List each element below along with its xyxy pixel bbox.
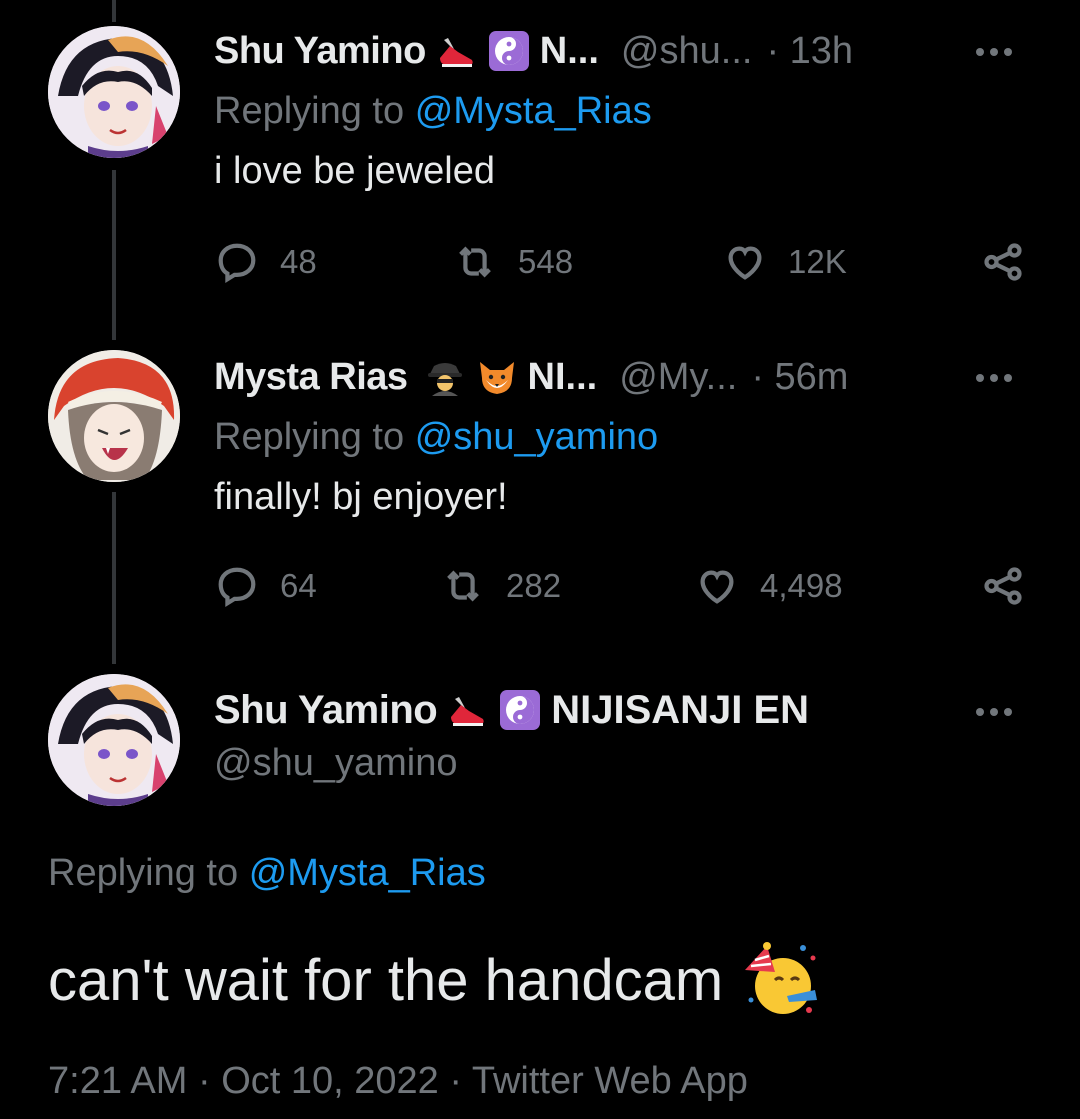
retweet-icon xyxy=(459,246,491,278)
avatar-shu[interactable] xyxy=(48,26,180,158)
avatar-mysta[interactable] xyxy=(48,350,180,482)
retweet-count: 548 xyxy=(518,243,574,280)
reply-button[interactable]: 48 xyxy=(214,232,317,292)
replying-prefix: Replying to xyxy=(48,852,239,894)
thread-line-1 xyxy=(112,170,116,340)
mention-link[interactable]: @Mysta_Rias xyxy=(415,90,652,132)
like-count: 12K xyxy=(788,243,847,280)
tweet-actions: 64 282 4,498 xyxy=(214,556,1030,616)
avatar-shu[interactable] xyxy=(48,674,180,806)
avatar-shu-image xyxy=(48,674,180,806)
like-count: 4,498 xyxy=(760,567,843,604)
avatar-shu-image xyxy=(48,26,180,158)
user-handle[interactable]: @My... xyxy=(619,356,737,399)
retweet-icon xyxy=(447,570,479,602)
tweet-time[interactable]: · 56m xyxy=(751,356,848,399)
main-tweet-text-row: can't wait for the handcam xyxy=(48,940,821,1020)
retweet-count: 282 xyxy=(506,567,562,604)
tweet-actions: 48 548 12K xyxy=(214,232,1030,292)
share-icon xyxy=(984,243,1022,281)
yin-yang-icon xyxy=(488,30,530,72)
share-icon xyxy=(984,567,1022,605)
display-name[interactable]: Mysta Rias xyxy=(214,356,408,399)
replying-to-line: Replying to @Mysta_Rias xyxy=(48,852,486,895)
reply-count: 48 xyxy=(280,243,317,280)
tweet-text: finally! bj enjoyer! xyxy=(214,476,508,518)
more-options-button[interactable] xyxy=(976,42,1026,62)
reply-button[interactable]: 64 xyxy=(214,556,317,616)
replying-to-line: Replying to @shu_yamino xyxy=(214,416,658,459)
retweet-button[interactable]: 548 xyxy=(452,232,573,292)
retweet-button[interactable]: 282 xyxy=(440,556,561,616)
display-name[interactable]: Shu Yamino xyxy=(214,30,426,73)
shoe-icon xyxy=(447,689,489,731)
tweet-2-header: Mysta Rias NI... @My... · 56m xyxy=(214,350,930,404)
tweet-text: i love be jeweled xyxy=(214,150,495,192)
thread-line-2 xyxy=(112,492,116,664)
main-tweet-header: Shu Yamino NIJISANJI EN xyxy=(214,680,809,740)
tweet-1-header: Shu Yamino N... @shu... · 13h xyxy=(214,24,930,78)
heart-icon xyxy=(700,570,734,604)
mention-link[interactable]: @shu_yamino xyxy=(415,416,658,458)
partying-face-icon xyxy=(741,940,821,1020)
mention-link[interactable]: @Mysta_Rias xyxy=(249,852,486,894)
share-button[interactable] xyxy=(980,232,1026,292)
replying-prefix: Replying to xyxy=(214,90,405,132)
replying-prefix: Replying to xyxy=(214,416,405,458)
display-name[interactable]: Shu Yamino xyxy=(214,688,438,733)
org-name: NIJISANJI EN xyxy=(551,687,810,732)
tweet-text: can't wait for the handcam xyxy=(48,947,724,1013)
thread-line-top xyxy=(112,0,116,22)
fox-icon xyxy=(476,356,518,398)
user-handle[interactable]: @shu... xyxy=(621,30,753,73)
yin-yang-icon xyxy=(499,689,541,731)
tweet-time[interactable]: · 13h xyxy=(766,30,853,73)
reply-count: 64 xyxy=(280,567,317,604)
detective-icon xyxy=(424,356,466,398)
shoe-icon xyxy=(436,30,478,72)
like-button[interactable]: 12K xyxy=(722,232,847,292)
reply-icon xyxy=(218,243,256,284)
more-options-button[interactable] xyxy=(976,702,1026,722)
replying-to-line: Replying to @Mysta_Rias xyxy=(214,90,652,133)
tweet-metadata: 7:21 AM · Oct 10, 2022 · Twitter Web App xyxy=(48,1060,748,1102)
avatar-mysta-image xyxy=(48,350,180,482)
more-options-button[interactable] xyxy=(976,368,1026,388)
heart-icon xyxy=(728,246,762,280)
org-name-truncated: N... xyxy=(539,29,599,72)
org-name-truncated: NI... xyxy=(527,355,598,398)
reply-icon xyxy=(218,567,256,608)
share-button[interactable] xyxy=(980,556,1026,616)
like-button[interactable]: 4,498 xyxy=(694,556,843,616)
user-handle[interactable]: @shu_yamino xyxy=(214,742,457,785)
